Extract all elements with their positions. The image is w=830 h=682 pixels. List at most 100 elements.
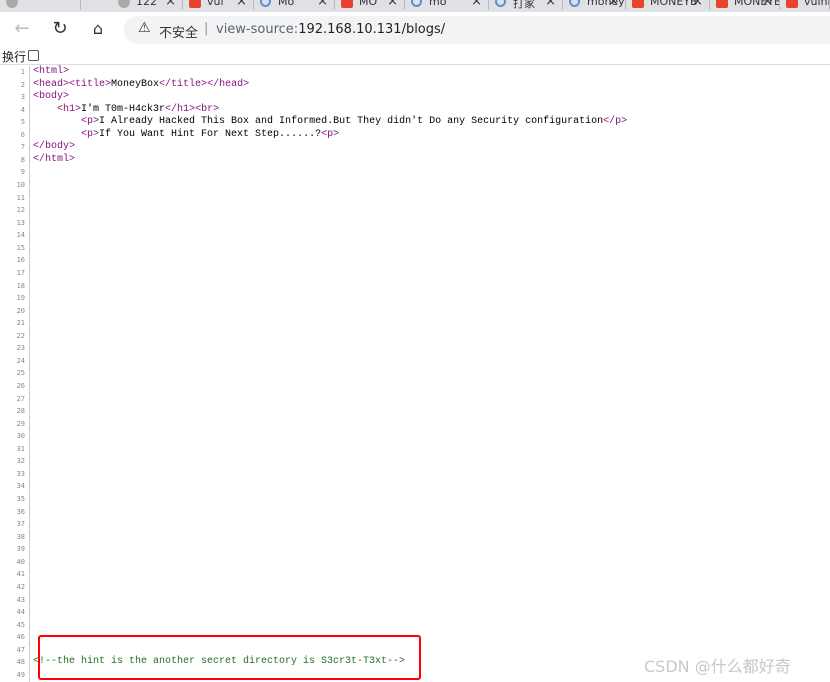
tab-title: moneyb <box>587 0 625 8</box>
html-tag: <title> <box>69 78 112 90</box>
line-number: 1 <box>20 68 25 76</box>
watermark: CSDN @什么都好奇 <box>644 657 791 676</box>
line-number: 26 <box>16 382 25 390</box>
line-number: 42 <box>16 582 25 591</box>
browser-tab[interactable]: mo × <box>405 0 489 10</box>
tab-title: vul <box>207 0 224 8</box>
arrow-left-icon: ← <box>14 18 30 39</box>
close-icon[interactable]: × <box>762 0 773 9</box>
reload-button[interactable]: ↻ <box>49 18 71 40</box>
line-number: 19 <box>16 294 25 303</box>
back-button[interactable]: ← <box>11 18 33 40</box>
browser-tab[interactable]: MO × <box>335 0 405 10</box>
csdn-favicon-icon <box>189 0 201 8</box>
line-number: 30 <box>16 432 25 441</box>
warning-icon: ⚠ <box>138 20 151 36</box>
browser-tab[interactable]: vul × <box>183 0 254 10</box>
line-number: 18 <box>16 281 25 290</box>
html-tag: <p> <box>81 116 100 128</box>
line-number: 33 <box>16 469 25 478</box>
search-favicon-icon <box>495 0 506 7</box>
line-number: 11 <box>16 193 25 202</box>
line-number: 45 <box>16 620 25 629</box>
line-wrap-bar: 换行 <box>0 46 830 65</box>
line-number-gutter: 1 2 3 4 5 6 7 8 9 10 11 12 13 14 15 16 17 18 19 20 21 22 23 24 2… <box>0 66 30 682</box>
html-tag: <head> <box>33 78 70 90</box>
source-line: </body> <box>33 141 75 152</box>
browser-tab[interactable]: vulnh <box>780 0 830 10</box>
line-number: 8 <box>20 155 25 164</box>
close-icon[interactable]: × <box>608 0 619 9</box>
html-tag: </h1> <box>165 103 196 115</box>
close-icon[interactable]: × <box>545 0 556 9</box>
line-number: 6 <box>20 130 25 139</box>
search-favicon-icon <box>569 0 580 7</box>
line-number: 25 <box>16 369 25 378</box>
close-icon[interactable]: × <box>165 0 176 9</box>
close-icon[interactable]: × <box>692 0 703 9</box>
csdn-favicon-icon <box>786 0 798 8</box>
line-number: 9 <box>20 168 25 177</box>
tab-title: 打家 <box>513 0 535 10</box>
html-tag: </head> <box>207 78 250 90</box>
line-wrap-label: 换行 <box>2 50 27 64</box>
source-line: <html> <box>33 66 69 77</box>
line-number: 27 <box>16 394 25 403</box>
line-number: 28 <box>16 407 25 416</box>
line-number: 37 <box>16 520 25 529</box>
browser-tab[interactable]: MONEYB × <box>626 0 710 10</box>
tab-title: MO <box>359 0 378 8</box>
browser-tab[interactable]: moneyb× <box>563 0 626 10</box>
address-bar[interactable]: ⚠ 不安全 | view-source:192.168.10.131/blogs… <box>124 16 830 44</box>
line-number: 29 <box>16 419 25 428</box>
toolbar: ← ↻ ⌂ ⚠ 不安全 | view-source:192.168.10.131… <box>0 12 830 46</box>
browser-tab[interactable]: Mo × <box>254 0 335 10</box>
line-number: 10 <box>16 181 25 190</box>
profile-icon <box>6 0 18 8</box>
home-button[interactable]: ⌂ <box>87 18 109 40</box>
line-number: 34 <box>16 482 25 491</box>
line-number: 2 <box>20 80 25 89</box>
close-icon[interactable]: × <box>387 0 398 9</box>
line-number: 3 <box>20 93 25 102</box>
line-number: 44 <box>16 608 25 617</box>
search-favicon-icon <box>260 0 271 7</box>
source-line: <h1>I'm T0m-H4ck3r</h1><br> <box>33 104 219 115</box>
browser-tab[interactable]: 打家 × <box>489 0 563 10</box>
html-tag: <h1> <box>57 103 82 115</box>
security-label[interactable]: 不安全 <box>159 22 198 41</box>
tab-strip: 122×vul×Mo×MO×mo×打家×moneyb×MONEYB×MONEYB… <box>0 0 830 12</box>
csdn-favicon-icon <box>632 0 644 8</box>
url-prefix: view-source: <box>216 22 299 37</box>
tab-title: mo <box>429 0 447 8</box>
html-tag: <p> <box>321 128 340 140</box>
source-line: <body> <box>33 91 69 102</box>
source-line: </html> <box>33 154 75 165</box>
search-favicon-icon <box>411 0 422 7</box>
url-text[interactable]: view-source:192.168.10.131/blogs/ <box>216 22 445 37</box>
line-number: 16 <box>16 256 25 265</box>
line-number: 20 <box>16 306 25 315</box>
close-icon[interactable]: × <box>236 0 247 9</box>
line-number: 15 <box>16 243 25 252</box>
highlight-box <box>38 635 421 680</box>
text-node: I Already Hacked This Box and Informed.B… <box>99 116 604 128</box>
tab-title: MONEYB <box>650 0 698 8</box>
browser-tab[interactable]: MONEYB × <box>710 0 780 10</box>
line-number: 14 <box>16 231 25 240</box>
tab-title: 122 <box>136 0 157 8</box>
profile-avatar[interactable] <box>0 0 81 10</box>
html-tag: </body> <box>33 141 76 153</box>
html-tag: </p> <box>603 116 628 128</box>
close-icon[interactable]: × <box>317 0 328 9</box>
line-number: 12 <box>16 206 25 215</box>
line-number: 17 <box>16 268 25 277</box>
browser-tab[interactable]: 122 × <box>112 0 183 10</box>
line-wrap-checkbox[interactable] <box>28 50 39 61</box>
html-tag: <html> <box>33 66 70 77</box>
close-icon[interactable]: × <box>471 0 482 9</box>
html-tag: </html> <box>33 153 76 165</box>
line-number: 41 <box>16 570 25 579</box>
